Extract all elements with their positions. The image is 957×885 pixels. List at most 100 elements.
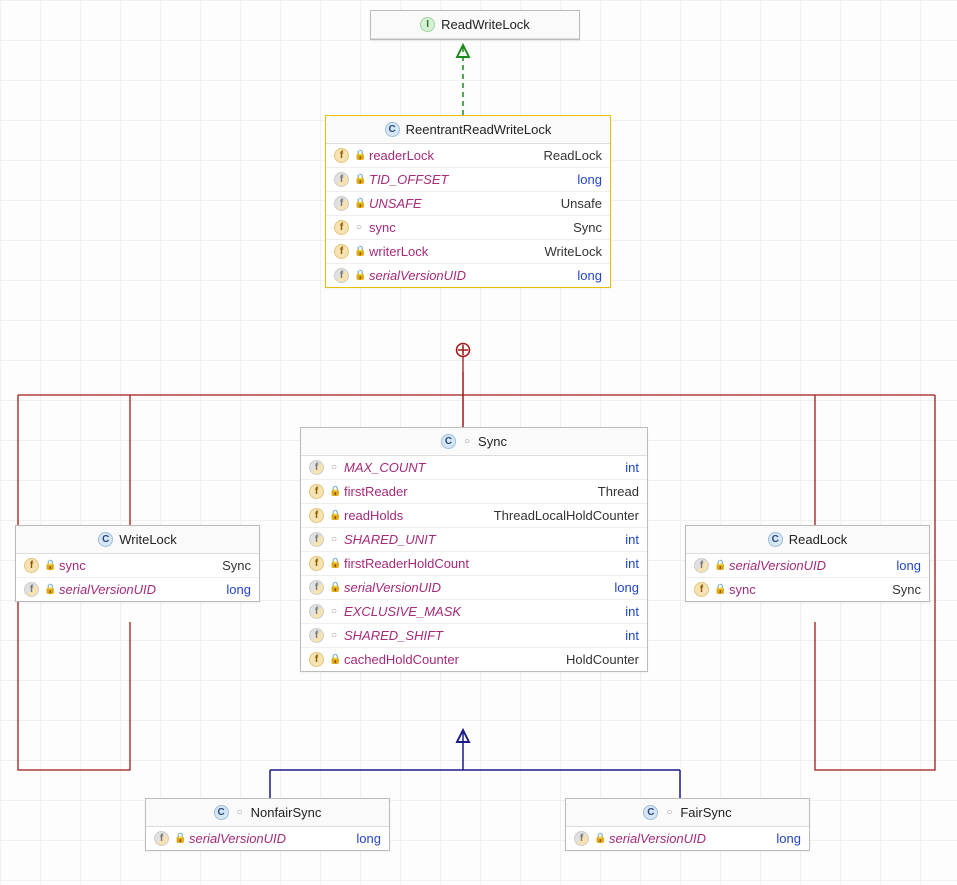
field-type: long [896,558,921,573]
field-name: writerLock [369,244,539,259]
class-icon: C [441,434,456,449]
field-type: long [614,580,639,595]
field-row[interactable]: f🔒UNSAFEUnsafe [326,192,610,216]
class-WriteLock[interactable]: C WriteLock f🔒syncSyncf🔒serialVersionUID… [15,525,260,602]
private-icon: 🔒 [329,582,339,593]
package-icon: ○ [329,534,339,545]
private-icon: 🔒 [354,246,364,257]
class-header: C ○ FairSync [566,799,809,827]
visibility-icon: ○ [664,807,674,818]
class-icon: C [643,805,658,820]
field-name: UNSAFE [369,196,556,211]
private-icon: 🔒 [174,833,184,844]
field-icon: f [334,220,349,235]
private-icon: 🔒 [44,560,54,571]
class-header: C ○ Sync [301,428,647,456]
field-type: long [226,582,251,597]
private-icon: 🔒 [329,654,339,665]
private-icon: 🔒 [329,558,339,569]
field-row[interactable]: f🔒readerLockReadLock [326,144,610,168]
field-row[interactable]: f🔒firstReaderThread [301,480,647,504]
field-name: EXCLUSIVE_MASK [344,604,620,619]
private-icon: 🔒 [354,198,364,209]
field-name: firstReader [344,484,593,499]
field-type: ThreadLocalHoldCounter [494,508,639,523]
field-row[interactable]: f🔒serialVersionUIDlong [566,827,809,850]
field-name: sync [369,220,568,235]
class-body: f🔒serialVersionUIDlong [146,827,389,850]
class-title: WriteLock [119,532,177,547]
static-field-icon: f [309,460,324,475]
field-icon: f [309,508,324,523]
field-row[interactable]: f🔒serialVersionUIDlong [16,578,259,601]
field-row[interactable]: f🔒serialVersionUIDlong [686,554,929,578]
private-icon: 🔒 [44,584,54,595]
class-body: f🔒serialVersionUIDlongf🔒syncSync [686,554,929,601]
class-header: I ReadWriteLock [371,11,579,39]
class-title: FairSync [680,805,731,820]
class-title: Sync [478,434,507,449]
field-row[interactable]: f○SHARED_SHIFTint [301,624,647,648]
field-row[interactable]: f ○ EXCLUSIVE_MASK int [301,600,647,624]
class-header: C ReentrantReadWriteLock [326,116,610,144]
field-name: serialVersionUID [729,558,891,573]
static-field-icon: f [574,831,589,846]
field-type: int [625,604,639,619]
field-row[interactable]: f🔒readHoldsThreadLocalHoldCounter [301,504,647,528]
static-field-icon: f [309,604,324,619]
private-icon: 🔒 [329,486,339,497]
static-field-icon: f [24,582,39,597]
class-body: f🔒syncSyncf🔒serialVersionUIDlong [16,554,259,601]
package-icon: ○ [354,222,364,233]
interface-icon: I [420,17,435,32]
class-title: ReentrantReadWriteLock [406,122,552,137]
field-name: SHARED_UNIT [344,532,620,547]
field-row[interactable]: f○syncSync [326,216,610,240]
field-type: WriteLock [544,244,602,259]
class-title: ReadWriteLock [441,17,530,32]
private-icon: 🔒 [354,270,364,281]
class-ReadWriteLock[interactable]: I ReadWriteLock [370,10,580,40]
field-row[interactable]: f 🔒 writerLock WriteLock [326,240,610,264]
field-name: SHARED_SHIFT [344,628,620,643]
field-name: TID_OFFSET [369,172,572,187]
class-FairSync[interactable]: C ○ FairSync f🔒serialVersionUIDlong [565,798,810,851]
class-icon: C [98,532,113,547]
package-icon: ○ [329,606,339,617]
field-name: firstReaderHoldCount [344,556,620,571]
field-row[interactable]: f🔒firstReaderHoldCountint [301,552,647,576]
static-field-icon: f [334,172,349,187]
field-type: int [625,532,639,547]
field-row[interactable]: f🔒TID_OFFSETlong [326,168,610,192]
field-row[interactable]: f🔒serialVersionUIDlong [301,576,647,600]
field-type: int [625,628,639,643]
class-ReentrantReadWriteLock[interactable]: C ReentrantReadWriteLock f🔒readerLockRea… [325,115,611,288]
visibility-icon: ○ [235,807,245,818]
class-NonfairSync[interactable]: C ○ NonfairSync f🔒serialVersionUIDlong [145,798,390,851]
field-row[interactable]: f🔒cachedHoldCounterHoldCounter [301,648,647,671]
class-header: C ○ NonfairSync [146,799,389,827]
field-type: HoldCounter [566,652,639,667]
static-field-icon: f [334,268,349,283]
field-icon: f [309,556,324,571]
field-icon: f [334,244,349,259]
class-ReadLock[interactable]: C ReadLock f🔒serialVersionUIDlongf🔒syncS… [685,525,930,602]
field-row[interactable]: f🔒serialVersionUIDlong [326,264,610,287]
private-icon: 🔒 [714,584,724,595]
field-type: ReadLock [543,148,602,163]
package-icon: ○ [329,630,339,641]
field-name: MAX_COUNT [344,460,620,475]
private-icon: 🔒 [354,174,364,185]
field-type: int [625,460,639,475]
field-name: serialVersionUID [609,831,771,846]
field-icon: f [309,484,324,499]
class-Sync[interactable]: C ○ Sync f○MAX_COUNTintf🔒firstReaderThre… [300,427,648,672]
field-row[interactable]: f🔒serialVersionUIDlong [146,827,389,850]
field-row[interactable]: f○SHARED_UNITint [301,528,647,552]
field-row[interactable]: f ○ MAX_COUNT int [301,456,647,480]
field-row[interactable]: f🔒syncSync [16,554,259,578]
package-icon: ○ [329,462,339,473]
field-row[interactable]: f🔒syncSync [686,578,929,601]
private-icon: 🔒 [594,833,604,844]
class-body: f🔒serialVersionUIDlong [566,827,809,850]
